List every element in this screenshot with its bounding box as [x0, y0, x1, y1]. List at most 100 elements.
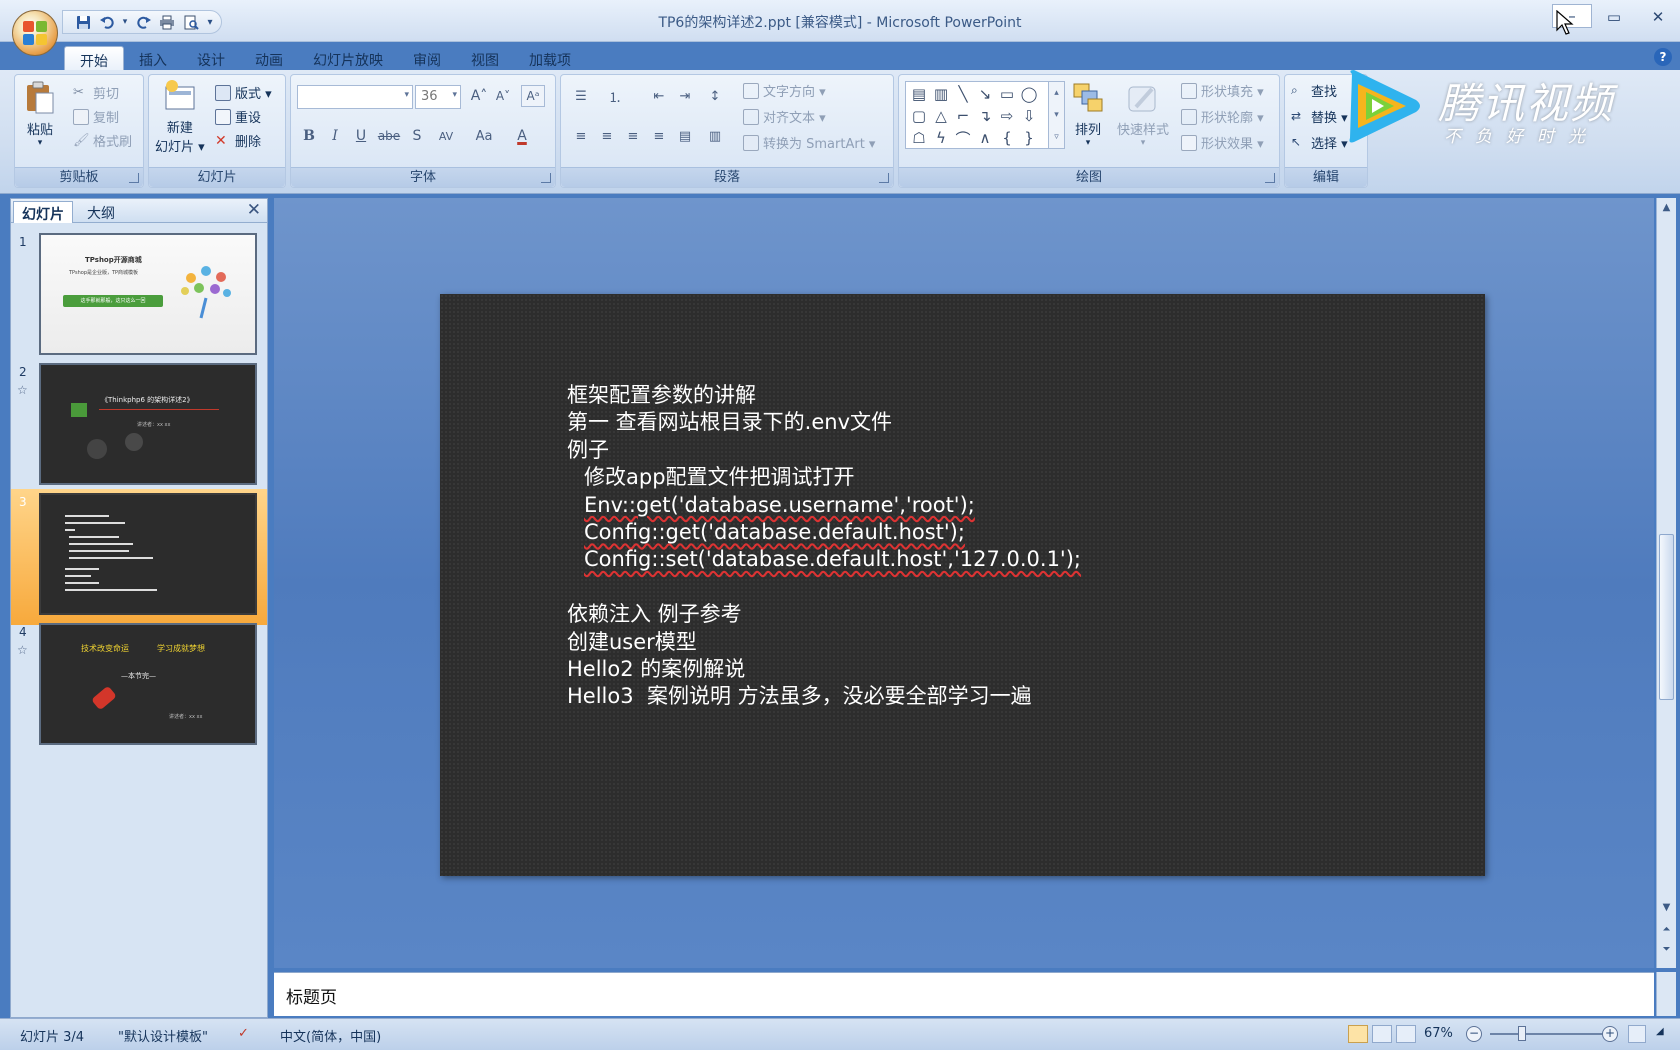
- numbering-button[interactable]: ⒈: [601, 85, 629, 107]
- undo-dropdown-icon[interactable]: ▾: [121, 12, 129, 32]
- convert-smartart-button[interactable]: 转换为 SmartArt ▾: [743, 133, 875, 152]
- zoom-out-button[interactable]: −: [1466, 1026, 1482, 1042]
- slide-thumbnail-4[interactable]: 4 ☆ 技术改变命运 学习成就梦想 —本节完— 讲述者：xx xx: [11, 619, 267, 755]
- curve-shape-icon[interactable]: ∧: [974, 128, 996, 148]
- arrange-button[interactable]: 排列 ▾: [1071, 81, 1105, 148]
- bold-button[interactable]: B: [297, 125, 321, 147]
- slide-text-line[interactable]: [567, 574, 1081, 601]
- slide-text-line[interactable]: 框架配置参数的讲解: [567, 382, 1081, 409]
- maximize-button[interactable]: ▭: [1592, 4, 1636, 30]
- bullets-button[interactable]: ☰: [567, 85, 595, 107]
- find-button[interactable]: ⌕ 查找: [1291, 81, 1337, 101]
- select-button[interactable]: ↖ 选择 ▾: [1291, 133, 1348, 153]
- right-arrow-shape-icon[interactable]: ⇨: [996, 106, 1018, 126]
- slide-editing-area[interactable]: 框架配置参数的讲解 第一 查看网站根目录下的.env文件 例子 修改app配置文件把调…: [274, 198, 1654, 968]
- tab-1[interactable]: 插入: [124, 46, 182, 72]
- resize-grip-icon[interactable]: ◢: [1656, 1026, 1664, 1037]
- vtextbox-shape-icon[interactable]: ▥: [930, 84, 952, 104]
- tab-slides[interactable]: 幻灯片: [13, 201, 73, 223]
- line-shape-icon[interactable]: ╲: [952, 84, 974, 104]
- replace-button[interactable]: ⇄ 替换 ▾: [1291, 107, 1348, 127]
- rounded-rect-shape-icon[interactable]: ▢: [908, 106, 930, 126]
- help-icon[interactable]: ?: [1654, 48, 1672, 66]
- tab-4[interactable]: 幻灯片放映: [298, 46, 398, 72]
- customize-toolbar-icon[interactable]: ▾: [205, 12, 215, 32]
- shape-outline-button[interactable]: 形状轮廓 ▾: [1181, 107, 1264, 126]
- shape-effects-button[interactable]: 形状效果 ▾: [1181, 133, 1264, 152]
- current-slide[interactable]: 框架配置参数的讲解 第一 查看网站根目录下的.env文件 例子 修改app配置文件把调…: [440, 294, 1485, 876]
- slide-text-line[interactable]: Hello3 案例说明 方法虽多，没必要全部学习一遍: [567, 683, 1081, 710]
- justify-button[interactable]: ≡: [645, 125, 673, 147]
- lightning-shape-icon[interactable]: ϟ: [930, 128, 952, 148]
- decrease-indent-button[interactable]: ⇤: [645, 85, 673, 107]
- slideshow-icon[interactable]: [1396, 1025, 1416, 1043]
- arrow-line-shape-icon[interactable]: ↘: [974, 84, 996, 104]
- previous-slide-icon[interactable]: ⏶: [1657, 920, 1676, 938]
- paragraph-launcher-icon[interactable]: [879, 173, 889, 183]
- notes-text[interactable]: 标题页: [286, 983, 337, 1008]
- tab-5[interactable]: 审阅: [398, 46, 456, 72]
- slide-text-line[interactable]: 第一 查看网站根目录下的.env文件: [567, 409, 1081, 436]
- zoom-slider-knob[interactable]: [1518, 1026, 1526, 1041]
- clipboard-launcher-icon[interactable]: [129, 173, 139, 183]
- text-shadow-button[interactable]: S: [405, 125, 429, 147]
- slide-sorter-icon[interactable]: [1372, 1025, 1392, 1043]
- font-color-button[interactable]: A: [507, 125, 537, 147]
- tab-0[interactable]: 开始: [64, 46, 124, 72]
- align-left-button[interactable]: ≡: [567, 125, 595, 147]
- paste-button[interactable]: 粘贴 ▾: [23, 81, 57, 148]
- slide-thumbnail-3[interactable]: 3: [11, 489, 267, 625]
- slide-text-line[interactable]: 例子: [567, 437, 1081, 464]
- slide-thumbnail-2[interactable]: 2 ☆ 《Thinkphp6 的架构详述2》 讲述者：xx xx: [11, 359, 267, 495]
- slide-text-body[interactable]: 框架配置参数的讲解 第一 查看网站根目录下的.env文件 例子 修改app配置文件把调…: [567, 382, 1081, 711]
- slide-text-line[interactable]: 创建user模型: [567, 629, 1081, 656]
- shapes-gallery[interactable]: ▤ ▥ ╲ ↘ ▭ ◯ ▢ △ ⌐ ↴ ⇨ ⇩ ☖ ϟ ⌒ ∧ { } ▴ ▾ ▿: [905, 81, 1065, 149]
- arc-shape-icon[interactable]: ⌒: [952, 128, 974, 148]
- triangle-shape-icon[interactable]: △: [930, 106, 952, 126]
- slide-text-line[interactable]: 依赖注入 例子参考: [567, 601, 1081, 628]
- elbow-connector-shape-icon[interactable]: ⌐: [952, 106, 974, 126]
- delete-slide-button[interactable]: ✕ 删除: [215, 131, 261, 151]
- char-spacing-button[interactable]: AV: [431, 125, 461, 147]
- elbow-arrow-shape-icon[interactable]: ↴: [974, 106, 996, 126]
- spellcheck-icon[interactable]: ✓: [238, 1026, 249, 1041]
- normal-view-icon[interactable]: [1348, 1025, 1368, 1043]
- clear-formatting-button[interactable]: Aᵃ: [521, 85, 545, 107]
- tab-7[interactable]: 加载项: [514, 46, 586, 72]
- strikethrough-button[interactable]: abe: [377, 125, 401, 147]
- shrink-font-button[interactable]: A˅: [491, 85, 515, 107]
- scroll-down-icon[interactable]: ▼: [1657, 898, 1676, 916]
- align-right-button[interactable]: ≡: [619, 125, 647, 147]
- fit-to-window-icon[interactable]: [1628, 1025, 1646, 1043]
- brace-left-shape-icon[interactable]: {: [996, 128, 1018, 148]
- textbox-shape-icon[interactable]: ▤: [908, 84, 930, 104]
- tab-3[interactable]: 动画: [240, 46, 298, 72]
- text-direction-button[interactable]: 文字方向 ▾: [743, 81, 826, 100]
- zoom-in-button[interactable]: +: [1602, 1026, 1618, 1042]
- shape-fill-button[interactable]: 形状填充 ▾: [1181, 81, 1264, 100]
- rectangle-shape-icon[interactable]: ▭: [996, 84, 1018, 104]
- office-button[interactable]: [12, 10, 58, 56]
- save-icon[interactable]: [73, 12, 93, 32]
- distribute-button[interactable]: ▤: [671, 125, 699, 147]
- zoom-level[interactable]: 67%: [1424, 1026, 1453, 1041]
- copy-button[interactable]: 复制: [73, 107, 119, 126]
- layout-button[interactable]: 版式 ▾: [215, 83, 272, 102]
- slide-text-line[interactable]: Config::set('database.default.host','127…: [567, 546, 1081, 573]
- font-launcher-icon[interactable]: [541, 173, 551, 183]
- underline-button[interactable]: U: [349, 125, 373, 147]
- align-text-button[interactable]: 对齐文本 ▾: [743, 107, 826, 126]
- italic-button[interactable]: I: [323, 125, 347, 147]
- redo-icon[interactable]: [133, 12, 153, 32]
- freeform-shape-icon[interactable]: ☖: [908, 128, 930, 148]
- grow-font-button[interactable]: A˄: [467, 85, 491, 107]
- oval-shape-icon[interactable]: ◯: [1018, 84, 1040, 104]
- close-button[interactable]: ✕: [1636, 4, 1680, 30]
- scroll-up-icon[interactable]: ▲: [1657, 198, 1676, 216]
- gallery-scroll[interactable]: ▴ ▾ ▿: [1048, 82, 1064, 148]
- slide-thumbnail-1[interactable]: 1 TPshop开源商城 TPshop是企业版，TP商城模板 这手那就那般，这只…: [11, 229, 267, 365]
- notes-pane[interactable]: 标题页: [274, 972, 1654, 1016]
- font-name-combo[interactable]: ▾: [297, 85, 413, 109]
- print-preview-icon[interactable]: [181, 12, 201, 32]
- scroll-thumb[interactable]: [1659, 534, 1674, 700]
